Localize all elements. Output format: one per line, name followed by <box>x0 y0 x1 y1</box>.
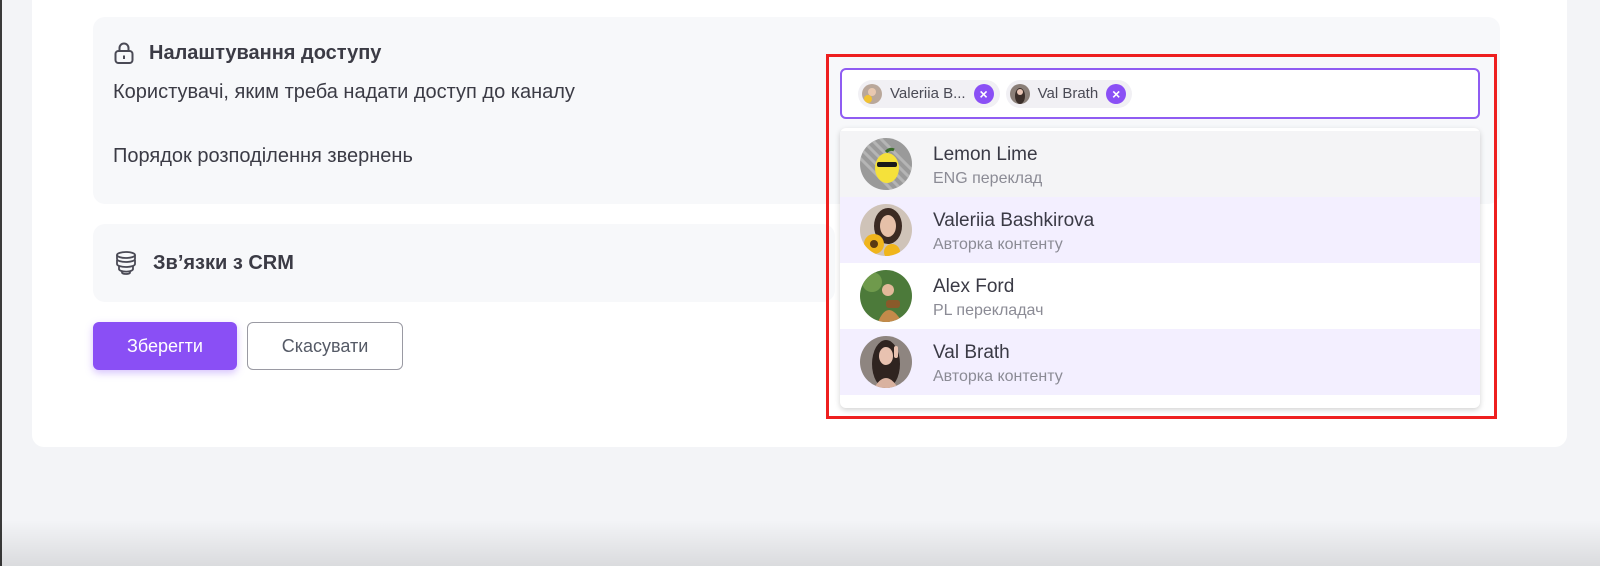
bottom-shadow <box>0 520 1600 566</box>
user-option[interactable]: Alex Ford PL перекладач <box>840 263 1480 329</box>
cancel-button[interactable]: Скасувати <box>247 322 403 370</box>
user-option-role: ENG переклад <box>933 170 1043 187</box>
crm-links-header[interactable]: Зв’язки з CRM <box>113 250 294 276</box>
user-option-name: Val Brath <box>933 342 1010 363</box>
user-option-role: Авторка контенту <box>933 236 1063 253</box>
database-icon <box>113 250 139 276</box>
chip-label: Valeriia B... <box>890 85 966 102</box>
user-option[interactable]: Val Brath Авторка контенту <box>840 329 1480 395</box>
selected-user-chip: Valeriia B... × <box>858 79 1000 108</box>
save-button[interactable]: Зберегти <box>93 322 237 370</box>
crm-links-title: Зв’язки з CRM <box>153 251 294 274</box>
user-option-role: Авторка контенту <box>933 368 1063 385</box>
user-option[interactable]: Valeriia Bashkirova Авторка контенту <box>840 197 1480 263</box>
users-dropdown-list: Lemon Lime ENG переклад Valeriia Bashkir… <box>840 128 1480 408</box>
window-edge <box>0 0 2 566</box>
avatar <box>860 270 912 322</box>
lock-icon <box>113 41 135 65</box>
user-option-role: PL перекладач <box>933 302 1044 319</box>
avatar <box>860 138 912 190</box>
avatar <box>860 204 912 256</box>
avatar <box>860 336 912 388</box>
user-option-name: Valeriia Bashkirova <box>933 210 1095 231</box>
users-multiselect-input[interactable]: Valeriia B... × Val Brath × <box>840 68 1480 119</box>
user-option[interactable]: Lemon Lime ENG переклад <box>840 131 1480 197</box>
close-icon[interactable]: × <box>973 83 994 104</box>
chip-label: Val Brath <box>1037 85 1099 102</box>
crm-links-section[interactable]: Зв’язки з CRM <box>93 224 835 302</box>
access-settings-header: Налаштування доступу <box>113 41 381 65</box>
avatar <box>1009 83 1030 104</box>
close-icon[interactable]: × <box>1106 83 1127 104</box>
access-settings-title: Налаштування доступу <box>149 41 382 64</box>
users-access-label: Користувачі, яким треба надати доступ до… <box>113 81 575 103</box>
user-option-name: Lemon Lime <box>933 144 1038 165</box>
selected-user-chip: Val Brath × <box>1005 79 1133 108</box>
user-option-name: Alex Ford <box>933 276 1015 297</box>
distribution-order-label: Порядок розподілення звернень <box>113 145 413 167</box>
avatar <box>862 83 882 104</box>
